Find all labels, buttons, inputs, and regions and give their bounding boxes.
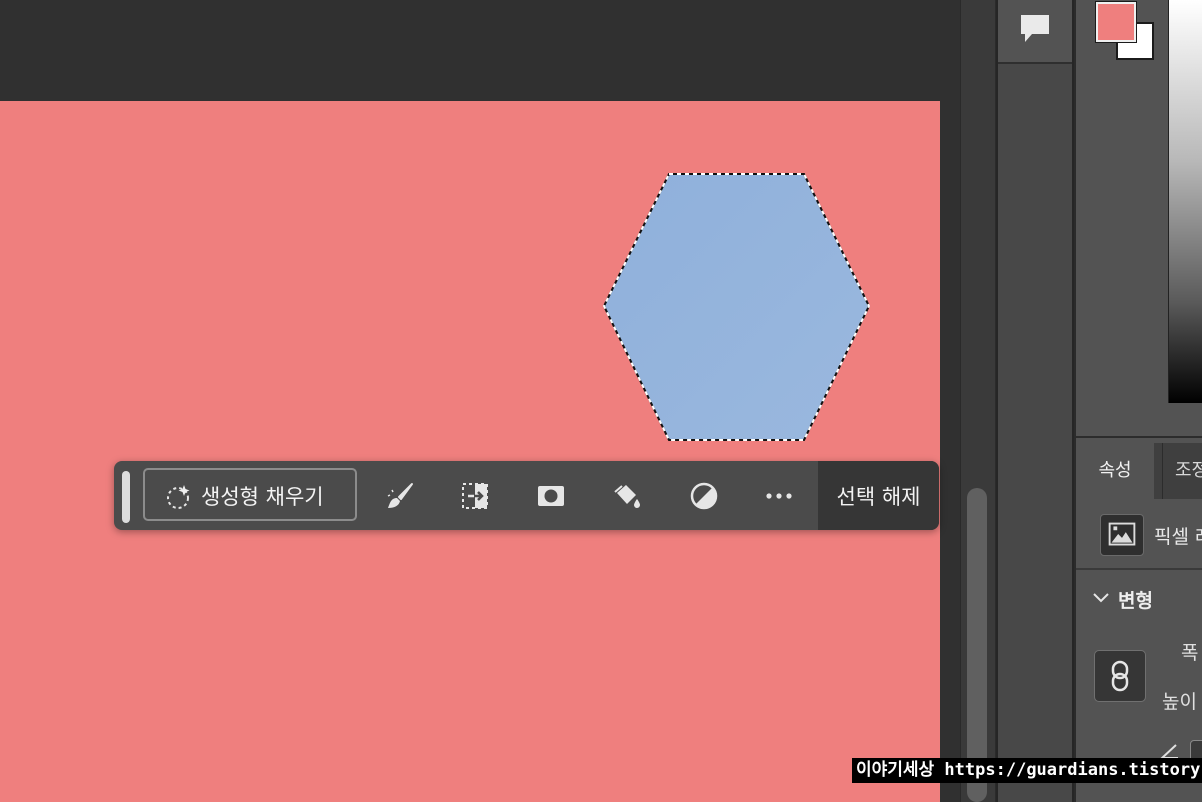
panel-icon-strip: [996, 0, 1074, 802]
properties-tab-bar: 속성 조정: [1076, 443, 1202, 499]
mask-icon[interactable]: [536, 481, 566, 511]
comment-icon[interactable]: [1018, 12, 1052, 46]
hexagon-shape-selection[interactable]: [598, 170, 872, 444]
more-options-icon[interactable]: [764, 481, 794, 511]
tab-properties[interactable]: 속성: [1076, 443, 1154, 499]
deselect-button[interactable]: 선택 해제: [818, 461, 939, 530]
pixel-layer-icon: [1100, 514, 1144, 556]
deselect-label: 선택 해제: [836, 485, 921, 509]
link-icon: [1111, 660, 1129, 692]
select-subject-icon[interactable]: [460, 481, 490, 511]
link-dimensions-button[interactable]: [1094, 650, 1146, 702]
chevron-down-icon[interactable]: [1092, 591, 1110, 605]
layer-type-label: 픽셀 레이어: [1154, 526, 1202, 548]
hexagon-fill: [604, 174, 869, 440]
fill-bucket-icon[interactable]: [611, 481, 641, 511]
tab-adjustments[interactable]: 조정: [1162, 443, 1202, 499]
transform-section-header[interactable]: 변형: [1118, 586, 1153, 613]
generative-fill-icon: [167, 485, 190, 509]
scrollbar-thumb[interactable]: [967, 488, 987, 802]
foreground-color-swatch[interactable]: [1095, 1, 1137, 43]
generative-fill-label: 생성형 채우기: [201, 485, 324, 509]
adjustment-layer-icon[interactable]: [689, 481, 719, 511]
watermark: 이야기세상 https://guardians.tistory.com: [852, 758, 1202, 783]
task-bar-drag-handle[interactable]: [122, 471, 130, 523]
color-picker-field[interactable]: [1168, 0, 1202, 403]
brush-icon[interactable]: [385, 481, 415, 511]
contextual-task-bar: 생성형 채우기 선택 해제: [114, 461, 939, 530]
height-label: 높이: [1162, 691, 1197, 713]
generative-fill-button[interactable]: 생성형 채우기: [143, 468, 357, 521]
width-label: 폭: [1181, 642, 1199, 664]
